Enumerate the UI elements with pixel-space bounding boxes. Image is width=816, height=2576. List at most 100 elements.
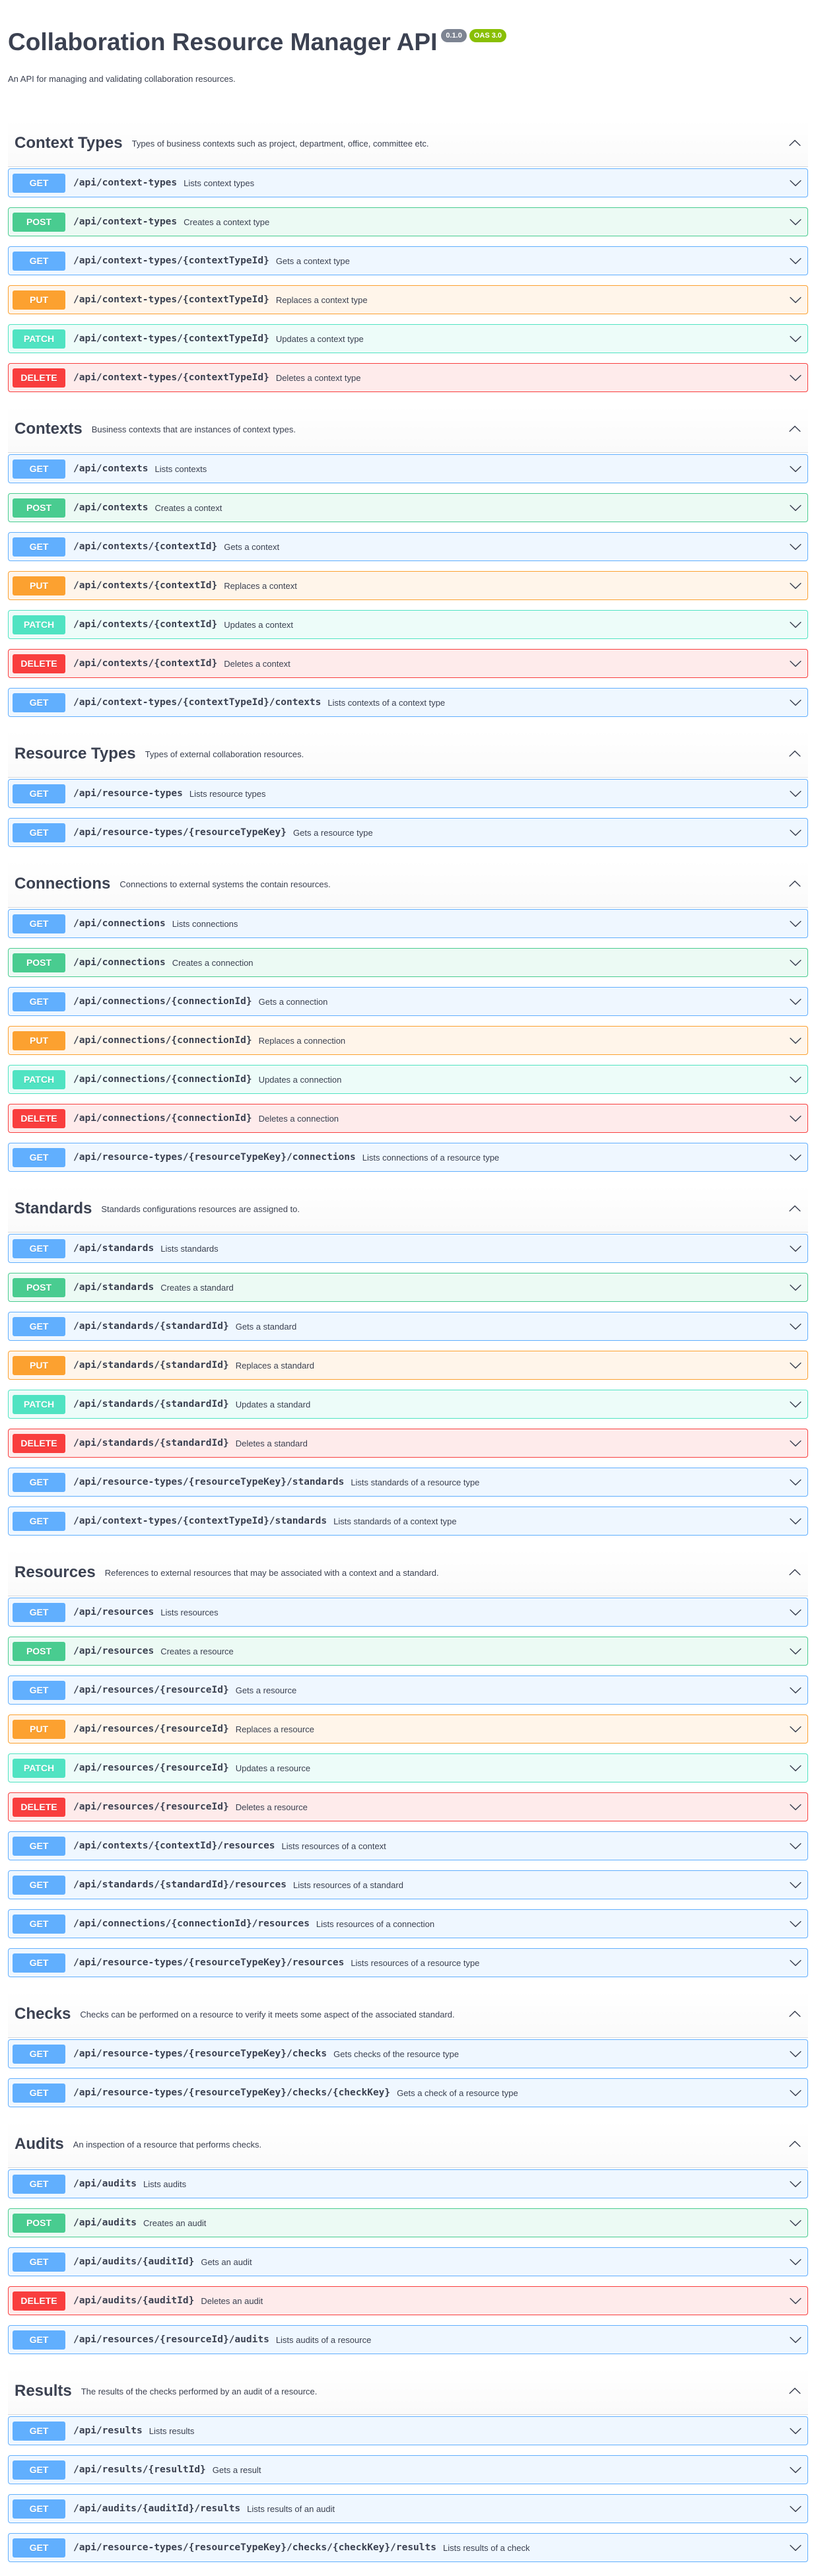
tag-header[interactable]: Resources References to external resource… [8,1549,808,1596]
operation-row[interactable]: PUT/api/contexts/{contextId} Replaces a c… [8,571,808,600]
chevron-down-icon[interactable] [786,1317,805,1336]
chevron-down-icon[interactable] [786,953,805,972]
operation-path[interactable]: /api/connections [73,957,166,968]
operation-path[interactable]: /api/contexts [73,463,149,474]
chevron-down-icon[interactable] [786,252,805,270]
operation-path[interactable]: /api/standards/{standardId} [73,1321,229,1332]
operation-row[interactable]: GET/api/resources/{resourceId}/audits Lis… [8,2325,808,2354]
operation-path[interactable]: /api/resource-types/{resourceTypeKey}/ch… [73,2087,390,2098]
tag-name[interactable]: Standards [15,1200,92,1218]
chevron-down-icon[interactable] [786,459,805,478]
chevron-down-icon[interactable] [786,1512,805,1530]
operation-path[interactable]: /api/contexts/{contextId} [73,619,217,630]
operation-row[interactable]: POST/api/context-types Creates a context … [8,207,808,236]
operation-path[interactable]: /api/contexts [73,502,149,513]
operation-path[interactable]: /api/standards/{standardId} [73,1360,229,1371]
operation-path[interactable]: /api/context-types [73,178,177,188]
chevron-up-icon[interactable] [788,747,801,761]
operation-path[interactable]: /api/audits/{auditId}/results [73,2503,240,2514]
operation-row[interactable]: GET/api/context-types/{contextTypeId}/co… [8,688,808,717]
chevron-down-icon[interactable] [786,1837,805,1855]
chevron-down-icon[interactable] [786,576,805,595]
chevron-down-icon[interactable] [786,1876,805,1894]
operation-path[interactable]: /api/audits [73,2179,137,2189]
operation-path[interactable]: /api/resource-types/{resourceTypeKey}/ch… [73,2049,327,2059]
operation-row[interactable]: GET/api/contexts Lists contexts [8,454,808,483]
chevron-down-icon[interactable] [786,1356,805,1374]
operation-row[interactable]: GET/api/connections/{connectionId}/resou… [8,1909,808,1938]
tag-name[interactable]: Resources [15,1563,96,1582]
operation-path[interactable]: /api/resource-types [73,788,183,799]
chevron-down-icon[interactable] [786,1434,805,1452]
operation-path[interactable]: /api/connections [73,918,166,929]
chevron-up-icon[interactable] [788,1566,801,1579]
operation-row[interactable]: POST/api/connections Creates a connection [8,948,808,977]
operation-row[interactable]: GET/api/standards Lists standards [8,1234,808,1263]
operation-row[interactable]: PUT/api/standards/{standardId} Replaces a… [8,1351,808,1380]
tag-header[interactable]: Audits An inspection of a resource that p… [8,2121,808,2168]
operation-path[interactable]: /api/standards/{standardId} [73,1399,229,1409]
chevron-down-icon[interactable] [786,2253,805,2271]
operation-path[interactable]: /api/resource-types/{resourceTypeKey}/ch… [73,2542,436,2553]
tag-header[interactable]: Connections Connections to external syste… [8,861,808,908]
tag-header[interactable]: Context Types Types of business contexts … [8,120,808,167]
chevron-down-icon[interactable] [786,2538,805,2557]
chevron-down-icon[interactable] [786,914,805,933]
chevron-down-icon[interactable] [786,2330,805,2349]
operation-row[interactable]: GET/api/connections/{connectionId} Gets a… [8,987,808,1016]
chevron-down-icon[interactable] [786,1239,805,1258]
operation-path[interactable]: /api/standards [73,1282,154,1293]
operation-row[interactable]: GET/api/audits/{auditId}/results Lists re… [8,2494,808,2523]
chevron-down-icon[interactable] [786,654,805,673]
operation-path[interactable]: /api/resources/{resourceId} [73,1724,229,1734]
operation-path[interactable]: /api/audits/{auditId} [73,2295,194,2306]
chevron-down-icon[interactable] [786,2045,805,2063]
operation-row[interactable]: GET/api/contexts/{contextId}/resources Li… [8,1831,808,1860]
operation-row[interactable]: GET/api/audits/{auditId} Gets an audit [8,2247,808,2276]
operation-path[interactable]: /api/resource-types/{resourceTypeKey}/st… [73,1477,344,1487]
tag-name[interactable]: Contexts [15,420,83,438]
operation-row[interactable]: PUT/api/context-types/{contextTypeId} Rep… [8,285,808,314]
operation-row[interactable]: GET/api/resource-types/{resourceTypeKey}… [8,2078,808,2107]
operation-row[interactable]: GET/api/resource-types Lists resource typ… [8,779,808,808]
chevron-up-icon[interactable] [788,2008,801,2021]
operation-row[interactable]: GET/api/resource-types/{resourceTypeKey}… [8,1143,808,1172]
operation-path[interactable]: /api/contexts/{contextId}/resources [73,1841,275,1851]
operation-row[interactable]: GET/api/context-types/{contextTypeId} Get… [8,246,808,275]
chevron-up-icon[interactable] [788,2385,801,2398]
operation-path[interactable]: /api/resources [73,1646,154,1656]
operation-row[interactable]: GET/api/contexts/{contextId} Gets a conte… [8,532,808,561]
operation-path[interactable]: /api/resources/{resourceId} [73,1763,229,1773]
chevron-down-icon[interactable] [786,537,805,556]
chevron-down-icon[interactable] [786,1603,805,1621]
operation-row[interactable]: GET/api/context-types/{contextTypeId}/st… [8,1507,808,1536]
operation-row[interactable]: DELETE/api/standards/{standardId} Deletes… [8,1429,808,1458]
operation-path[interactable]: /api/connections/{connectionId} [73,1074,252,1085]
chevron-down-icon[interactable] [786,329,805,348]
operation-path[interactable]: /api/contexts/{contextId} [73,658,217,669]
chevron-down-icon[interactable] [786,1070,805,1089]
operation-path[interactable]: /api/resource-types/{resourceTypeKey}/re… [73,1957,344,1968]
tag-name[interactable]: Checks [15,2005,71,2023]
operation-row[interactable]: GET/api/standards/{standardId}/resources… [8,1870,808,1899]
operation-path[interactable]: /api/connections/{connectionId} [73,1113,252,1124]
operation-row[interactable]: GET/api/standards/{standardId} Gets a sta… [8,1312,808,1341]
operation-path[interactable]: /api/results [73,2425,143,2436]
operation-row[interactable]: PATCH/api/contexts/{contextId} Updates a … [8,610,808,639]
operation-path[interactable]: /api/context-types/{contextTypeId}/conte… [73,697,321,708]
operation-row[interactable]: GET/api/audits Lists audits [8,2169,808,2198]
operation-path[interactable]: /api/resource-types/{resourceTypeKey}/co… [73,1152,356,1163]
operation-path[interactable]: /api/context-types/{contextTypeId}/stand… [73,1516,327,1526]
chevron-up-icon[interactable] [788,137,801,150]
operation-row[interactable]: GET/api/resources/{resourceId} Gets a res… [8,1676,808,1705]
operation-path[interactable]: /api/resource-types/{resourceTypeKey} [73,827,287,838]
chevron-down-icon[interactable] [786,1473,805,1491]
operation-row[interactable]: PATCH/api/standards/{standardId} Updates … [8,1390,808,1419]
operation-row[interactable]: GET/api/resource-types/{resourceTypeKey}… [8,2039,808,2068]
operation-row[interactable]: GET/api/results Lists results [8,2416,808,2445]
operation-path[interactable]: /api/context-types/{contextTypeId} [73,255,269,266]
operation-row[interactable]: GET/api/context-types Lists context types [8,168,808,197]
chevron-down-icon[interactable] [786,2422,805,2440]
operation-row[interactable]: PUT/api/connections/{connectionId} Replac… [8,1026,808,1055]
operation-path[interactable]: /api/standards/{standardId} [73,1438,229,1448]
